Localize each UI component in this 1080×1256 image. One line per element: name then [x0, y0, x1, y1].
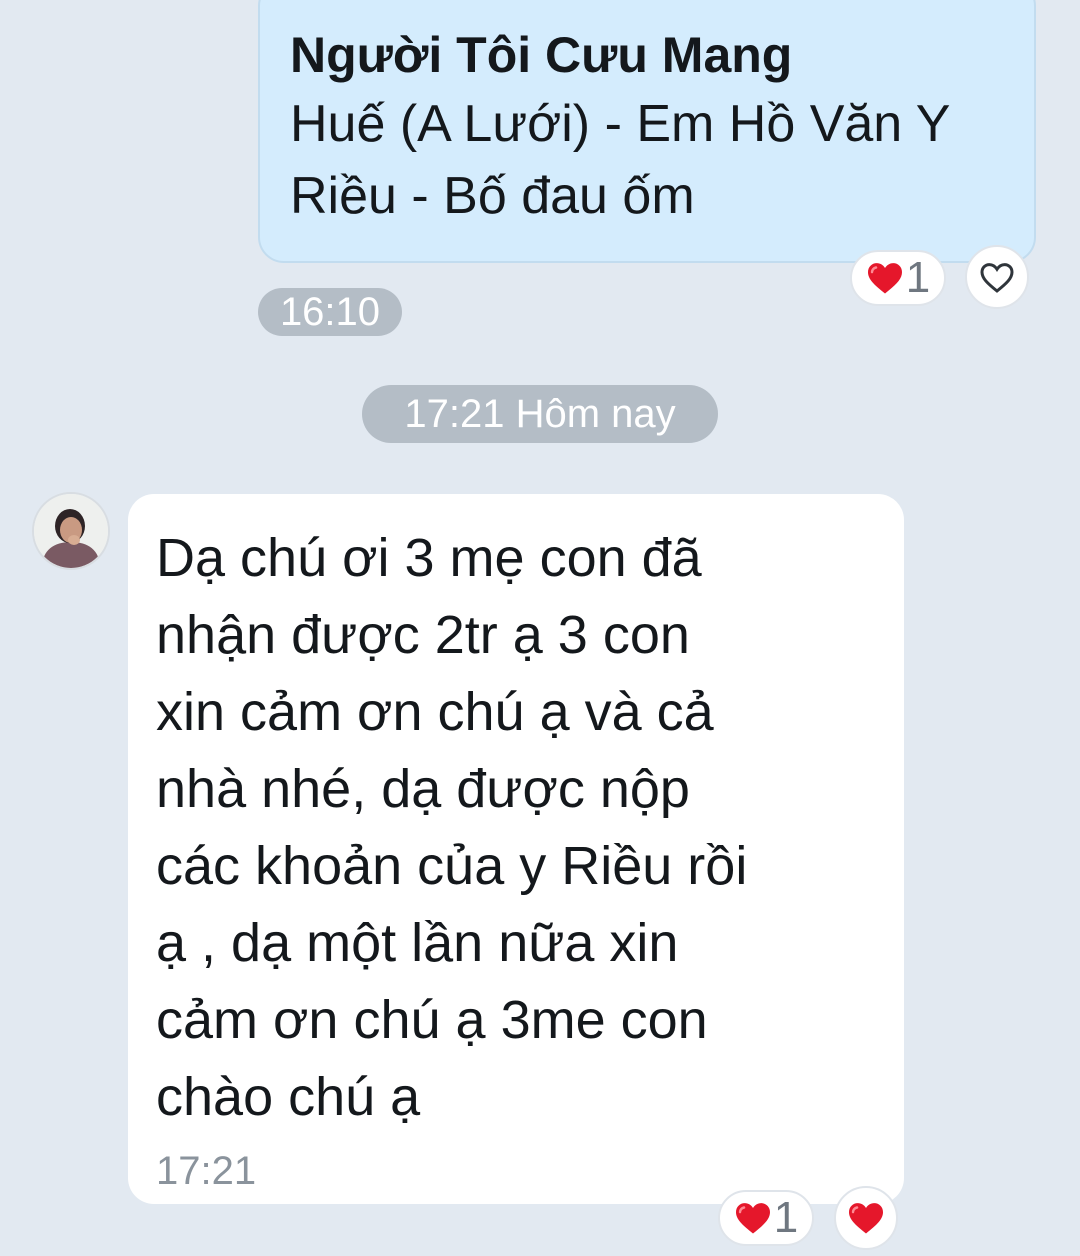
message-line-1: Dạ chú ơi 3 mẹ con đã	[156, 528, 702, 588]
react-button[interactable]	[834, 1186, 898, 1250]
heart-outline-icon	[980, 262, 1014, 293]
date-separator-label: 17:21 Hôm nay	[404, 391, 676, 436]
date-separator: 17:21 Hôm nay	[362, 385, 718, 443]
message-line-2: Riều - Bố đau ốm	[290, 167, 695, 225]
react-button[interactable]	[965, 245, 1029, 309]
avatar[interactable]	[32, 492, 110, 570]
chat-area[interactable]: Người Tôi Cưu Mang Huế (A Lưới) - Em Hồ …	[0, 0, 1080, 1256]
message-line-4: nhà nhé, dạ được nộp	[156, 759, 690, 819]
incoming-message-bubble[interactable]: Dạ chú ơi 3 mẹ con đã nhận được 2tr ạ 3 …	[128, 494, 904, 1204]
message-line-3: xin cảm ơn chú ạ và cả	[156, 682, 714, 742]
message-time: 17:21	[156, 1149, 257, 1193]
outgoing-message-bubble[interactable]: Người Tôi Cưu Mang Huế (A Lưới) - Em Hồ …	[258, 0, 1036, 263]
message-line-5: các khoản của y Riều rồi	[156, 836, 748, 896]
heart-icon	[867, 263, 902, 294]
message-line-6: ạ , dạ một lần nữa xin	[156, 913, 679, 973]
message-line-7: cảm ơn chú ạ 3me con	[156, 990, 708, 1050]
outgoing-reaction-summary[interactable]: 1	[850, 250, 946, 306]
heart-icon	[735, 1203, 770, 1234]
reaction-count: 1	[905, 253, 931, 302]
reaction-count: 1	[773, 1193, 799, 1242]
message-title: Người Tôi Cưu Mang	[290, 27, 793, 83]
heart-icon	[849, 1203, 883, 1234]
message-line-8: chào chú ạ	[156, 1067, 421, 1127]
avatar-image	[34, 494, 108, 568]
message-time: 16:10	[279, 289, 381, 334]
message-time-chip: 16:10	[258, 288, 402, 336]
message-line-1: Huế (A Lưới) - Em Hồ Văn Y	[290, 95, 951, 153]
incoming-reaction-summary[interactable]: 1	[718, 1190, 814, 1246]
message-line-2: nhận được 2tr ạ 3 con	[156, 605, 690, 665]
